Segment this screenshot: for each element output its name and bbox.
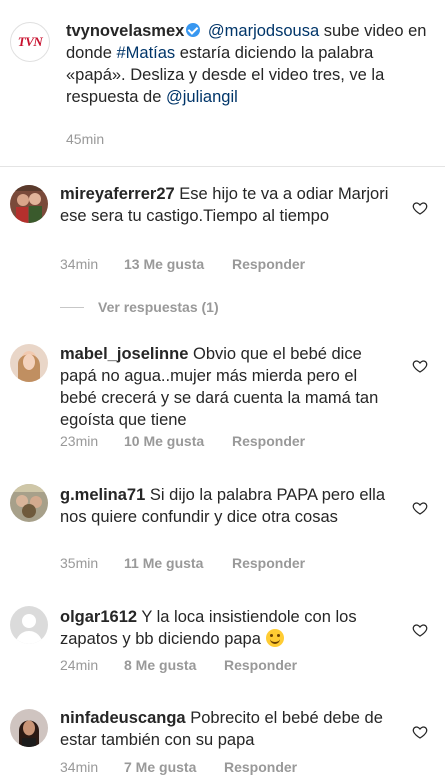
comment-username[interactable]: ninfadeuscanga	[60, 709, 186, 727]
comment-meta: 35min 11 Me gusta Responder	[60, 555, 305, 571]
comment-time: 35min	[60, 555, 99, 571]
tvn-logo-avatar[interactable]: TVN	[10, 22, 50, 62]
hashtag-link[interactable]: #Matías	[116, 44, 175, 62]
avatar[interactable]	[10, 709, 48, 747]
comment-likes[interactable]: 10 Me gusta	[124, 433, 232, 449]
mention-link[interactable]: @marjodsousa	[208, 22, 319, 40]
avatar[interactable]	[10, 344, 48, 382]
comment-username[interactable]: mireyaferrer27	[60, 185, 175, 203]
comment-text: ninfadeuscanga Pobrecito el bebé debe de…	[60, 707, 390, 751]
comment-time: 23min	[60, 433, 99, 449]
avatar[interactable]	[10, 606, 48, 644]
comment-time: 24min	[60, 657, 99, 673]
heart-icon[interactable]	[412, 200, 428, 216]
heart-icon[interactable]	[412, 622, 428, 638]
avatar[interactable]	[10, 484, 48, 522]
view-replies-label: Ver respuestas (1)	[98, 299, 219, 315]
heart-icon[interactable]	[412, 500, 428, 516]
post-username[interactable]: tvynovelasmex	[66, 22, 184, 40]
post-timestamp: 45min	[66, 131, 105, 147]
reply-button[interactable]: Responder	[224, 759, 297, 775]
comment-username[interactable]: mabel_joselinne	[60, 345, 188, 363]
replies-divider-line	[60, 306, 84, 308]
comment-likes[interactable]: 7 Me gusta	[124, 759, 224, 775]
reply-button[interactable]: Responder	[224, 657, 297, 673]
comment-username[interactable]: g.melina71	[60, 486, 145, 504]
reply-button[interactable]: Responder	[232, 433, 305, 449]
comment-time: 34min	[60, 759, 99, 775]
post-caption: tvynovelasmex @marjodsousa sube video en…	[66, 20, 436, 108]
comment-meta: 23min 10 Me gusta Responder	[60, 433, 305, 449]
heart-icon[interactable]	[412, 358, 428, 374]
comment-meta: 34min 7 Me gusta Responder	[60, 759, 297, 775]
comment-likes[interactable]: 8 Me gusta	[124, 657, 224, 673]
view-replies-button[interactable]: Ver respuestas (1)	[60, 299, 219, 315]
comment-likes[interactable]: 13 Me gusta	[124, 256, 232, 272]
comment-meta: 24min 8 Me gusta Responder	[60, 657, 297, 673]
post-caption-section: TVN tvynovelasmex @marjodsousa sube vide…	[0, 0, 445, 167]
comment-time: 34min	[60, 256, 99, 272]
comment-text: g.melina71 Si dijo la palabra PAPA pero …	[60, 484, 390, 528]
comment-text: mabel_joselinne Obvio que el bebé dice p…	[60, 343, 390, 431]
reply-button[interactable]: Responder	[232, 555, 305, 571]
comment-username[interactable]: olgar1612	[60, 608, 137, 626]
reply-button[interactable]: Responder	[232, 256, 305, 272]
mention-link-2[interactable]: @juliangil	[166, 88, 238, 106]
avatar[interactable]	[10, 185, 48, 223]
comment-likes[interactable]: 11 Me gusta	[124, 555, 232, 571]
smiling-face-emoji	[265, 629, 284, 647]
logo-text: TVN	[17, 34, 43, 49]
verified-badge-icon	[186, 23, 201, 37]
heart-icon[interactable]	[412, 724, 428, 740]
comment-meta: 34min 13 Me gusta Responder	[60, 256, 305, 272]
comment-text: olgar1612 Y la loca insistiendole con lo…	[60, 606, 390, 650]
comment-text: mireyaferrer27 Ese hijo te va a odiar Ma…	[60, 183, 390, 227]
